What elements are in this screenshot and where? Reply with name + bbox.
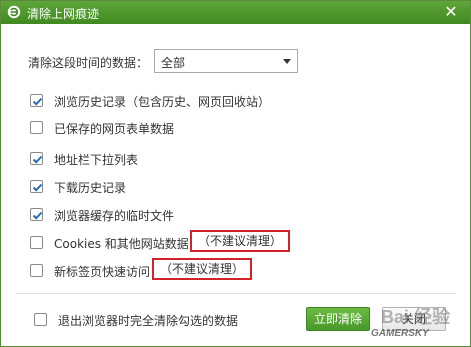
checkbox-new-tab-quick-access[interactable] bbox=[30, 264, 43, 277]
clear-browsing-data-dialog: 清除上网痕迹 ✕ 清除这段时间的数据： 全部 浏览历史记录（包含历史、网页回收站… bbox=[0, 0, 471, 347]
option-label: 浏览历史记录（包含历史、网页回收站） bbox=[54, 95, 271, 109]
browser-logo-icon bbox=[7, 5, 21, 19]
time-range-label: 清除这段时间的数据： bbox=[28, 56, 149, 70]
watermark: Bai 经验 GAMERSKY bbox=[361, 301, 471, 346]
checkmark-icon bbox=[32, 97, 43, 106]
option-label: 地址栏下拉列表 bbox=[54, 153, 139, 167]
title-bar[interactable]: 清除上网痕迹 ✕ bbox=[1, 1, 470, 24]
time-range-value: 全部 bbox=[161, 56, 186, 70]
option-label: Cookies 和其他网站数据 bbox=[54, 237, 189, 251]
window-title: 清除上网痕迹 bbox=[27, 7, 100, 21]
not-recommended-note: （不建议清理） bbox=[190, 230, 291, 252]
checkbox-saved-form-data[interactable] bbox=[30, 121, 43, 134]
option-label: 已保存的网页表单数据 bbox=[54, 122, 175, 136]
checkbox-cookies[interactable] bbox=[30, 236, 43, 249]
option-label: 浏览器缓存的临时文件 bbox=[54, 209, 175, 223]
not-recommended-note: （不建议清理） bbox=[152, 258, 253, 280]
option-label: 新标签页快速访问 bbox=[54, 265, 151, 279]
checkmark-icon bbox=[32, 211, 43, 220]
watermark-logo: Bai 经验 bbox=[381, 307, 451, 327]
option-label: 退出浏览器时完全清除勾选的数据 bbox=[58, 314, 239, 328]
checkmark-icon bbox=[32, 155, 43, 164]
checkmark-icon bbox=[32, 183, 43, 192]
close-icon[interactable]: ✕ bbox=[442, 3, 460, 21]
time-range-select[interactable]: 全部 bbox=[154, 49, 298, 73]
option-label: 下载历史记录 bbox=[54, 181, 127, 195]
chevron-down-icon bbox=[283, 59, 291, 64]
checkbox-address-bar-list[interactable] bbox=[30, 152, 43, 165]
checkbox-download-history[interactable] bbox=[30, 180, 43, 193]
checkbox-browsing-history[interactable] bbox=[30, 94, 43, 107]
checkbox-temp-cache-files[interactable] bbox=[30, 208, 43, 221]
checkbox-clear-on-exit[interactable] bbox=[34, 313, 47, 326]
footer-divider bbox=[16, 293, 456, 294]
watermark-sublogo: GAMERSKY bbox=[371, 328, 429, 339]
